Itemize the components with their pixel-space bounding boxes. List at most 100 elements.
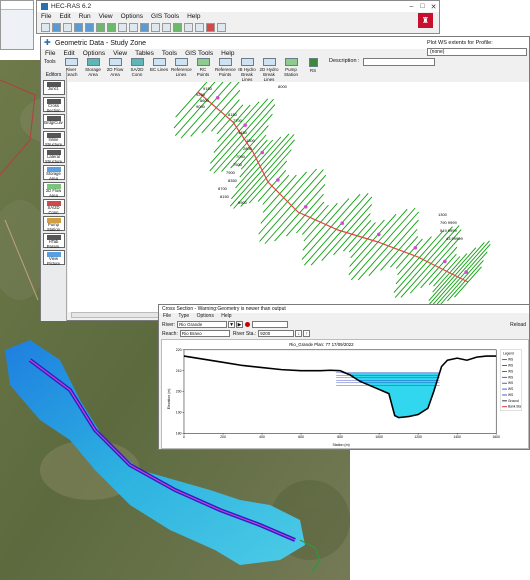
river-sta-label: River Sta.: [232, 330, 257, 337]
station-label: 1300 [438, 212, 448, 217]
play-button[interactable]: ▶ [236, 321, 244, 328]
dss-viewer-icon[interactable] [217, 23, 226, 32]
cross-section-title: Cross Section - Warning:Geometry is newe… [159, 305, 529, 313]
river-sta-select[interactable]: 9200 [258, 330, 295, 337]
down-arrow-button[interactable]: ↓ [295, 330, 303, 337]
ib-hydro-break-lines-icon [240, 58, 254, 66]
2d-hydro-break-lines-button[interactable]: 2D Hydro Break Lines [259, 58, 279, 82]
cross-section-window: Cross Section - Warning:Geometry is newe… [158, 304, 530, 450]
lateral-structure-editor-button[interactable]: Lateral Structure [42, 148, 65, 163]
geo-menu-view[interactable]: View [113, 50, 127, 57]
rs-icon [308, 58, 318, 67]
geo-menu-gis-tools[interactable]: GIS Tools [185, 50, 213, 57]
station-label: 9000 [196, 104, 206, 109]
x-axis-label: Station (m) [332, 443, 349, 447]
pump-station-editor-button[interactable]: Pump Station [42, 216, 65, 231]
sa-2d-conn-editor-button[interactable]: SA/2D Conn [42, 199, 65, 214]
run-unsteady-icon[interactable] [107, 23, 116, 32]
reference-lines-button[interactable]: Reference Lines [171, 58, 192, 77]
description-field[interactable] [362, 58, 435, 66]
profile-field[interactable] [252, 321, 289, 328]
summary-table-icon[interactable] [184, 23, 193, 32]
cross-section-plot-icon[interactable] [118, 23, 127, 32]
bridge-culvert-editor-button[interactable]: Brdg/Culv [42, 114, 65, 129]
x-tick-label: 1200 [414, 435, 422, 439]
inline-structure-editor-button[interactable]: Inline Structure [42, 131, 65, 146]
previous-xs-button[interactable]: ▼ [228, 321, 236, 328]
station-label: 7700 [233, 118, 243, 123]
structure-marker [243, 123, 247, 127]
geo-menu-tools[interactable]: Tools [162, 50, 177, 57]
2d-flow-area-editor-button[interactable]: 2D Flow Area [42, 182, 65, 197]
geo-menu-tables[interactable]: Tables [135, 50, 154, 57]
geo-menu-options[interactable]: Options [83, 50, 105, 57]
reference-points-button[interactable]: Reference Points [215, 58, 236, 77]
sa-2d-conn-button[interactable]: SA/2D Conn [127, 58, 147, 77]
pump-station-button[interactable]: Pump Station [281, 58, 301, 77]
ras-mapper-icon[interactable] [173, 23, 182, 32]
station-label: 8000 [278, 84, 288, 89]
up-arrow-button[interactable]: ↑ [303, 330, 311, 337]
station-label: 549 9999 [440, 228, 457, 233]
menu-edit[interactable]: Edit [59, 13, 70, 20]
close-button[interactable]: ✕ [428, 3, 439, 11]
menu-help[interactable]: Help [187, 13, 200, 20]
run-steady-icon[interactable] [96, 23, 105, 32]
usace-castle-icon: ♜ [418, 13, 433, 28]
open-project-icon[interactable] [41, 23, 50, 32]
2d-flow-area-button[interactable]: 2D Flow Area [105, 58, 125, 77]
maximize-button[interactable]: □ [417, 3, 428, 10]
warnings-icon[interactable] [206, 23, 215, 32]
structure-marker [303, 204, 308, 209]
steady-flow-icon[interactable] [74, 23, 83, 32]
profile-plot-icon[interactable] [129, 23, 138, 32]
rs-button[interactable]: RS [303, 58, 323, 73]
rc-points-button[interactable]: RC Points [193, 58, 213, 77]
record-icon[interactable] [245, 322, 251, 327]
axis-ticks: 0 200 400 600 800 1000 1200 1400 1600 180 190 200 21… [176, 348, 500, 439]
xs-menu-help[interactable]: Help [221, 313, 231, 319]
geo-menu-file[interactable]: File [45, 50, 55, 57]
minimize-button[interactable]: – [406, 3, 417, 10]
stage-hydrograph-icon[interactable] [162, 23, 171, 32]
editors-panel: Editors Junct. Cross Section Brdg/Culv I… [41, 71, 67, 321]
storage-area-editor-button[interactable]: Storage Area [42, 165, 65, 180]
geo-menu-help[interactable]: Help [221, 50, 234, 57]
bc-lines-button[interactable]: BC Lines [149, 58, 169, 72]
reload-button[interactable]: Reload [510, 322, 526, 328]
unsteady-flow-icon[interactable] [85, 23, 94, 32]
menu-view[interactable]: View [99, 13, 113, 20]
storage-area-icon [86, 58, 100, 66]
xs-menu-type[interactable]: Type [178, 313, 189, 319]
rating-curve-icon[interactable] [140, 23, 149, 32]
x-tick-label: 600 [298, 435, 304, 439]
storage-area-button[interactable]: Storage Area [83, 58, 103, 77]
geometry-schematic-canvas[interactable]: 9150925086009000815077001450130028007050… [68, 82, 529, 312]
legend-item: WS [508, 387, 514, 391]
detailed-table-icon[interactable] [195, 23, 204, 32]
tools-tab[interactable]: Tools [44, 59, 56, 65]
xs-menu-options[interactable]: Options [197, 313, 214, 319]
main-toolbar [37, 21, 439, 34]
geo-menu-edit[interactable]: Edit [63, 50, 74, 57]
xs-line [175, 82, 208, 118]
htab-param-editor-button[interactable]: HTab Param. [42, 233, 65, 248]
junction-editor-button[interactable]: Junct. [42, 80, 65, 95]
legend-item: WS [508, 375, 514, 379]
reach-select[interactable]: Rio Bravo [179, 330, 230, 337]
view-picture-button[interactable]: View Picture [42, 250, 65, 265]
menu-options[interactable]: Options [121, 13, 143, 20]
menu-file[interactable]: File [41, 13, 51, 20]
ib-hydro-break-lines-button[interactable]: IB Hydro Break Lines [237, 58, 257, 82]
save-project-icon[interactable] [52, 23, 61, 32]
geometry-icon[interactable] [63, 23, 72, 32]
editors-title: Editors [45, 72, 62, 78]
xs-menu-file[interactable]: File [163, 313, 171, 319]
x-tick-label: 1000 [375, 435, 383, 439]
river-select[interactable]: Rio Grande [177, 321, 228, 328]
cross-section-editor-button[interactable]: Cross Section [42, 97, 65, 112]
menu-run[interactable]: Run [79, 13, 91, 20]
menu-gis-tools[interactable]: GIS Tools [151, 13, 179, 20]
xyz-plot-icon[interactable] [151, 23, 160, 32]
plot-ws-profile-select[interactable]: (none) [427, 48, 527, 56]
